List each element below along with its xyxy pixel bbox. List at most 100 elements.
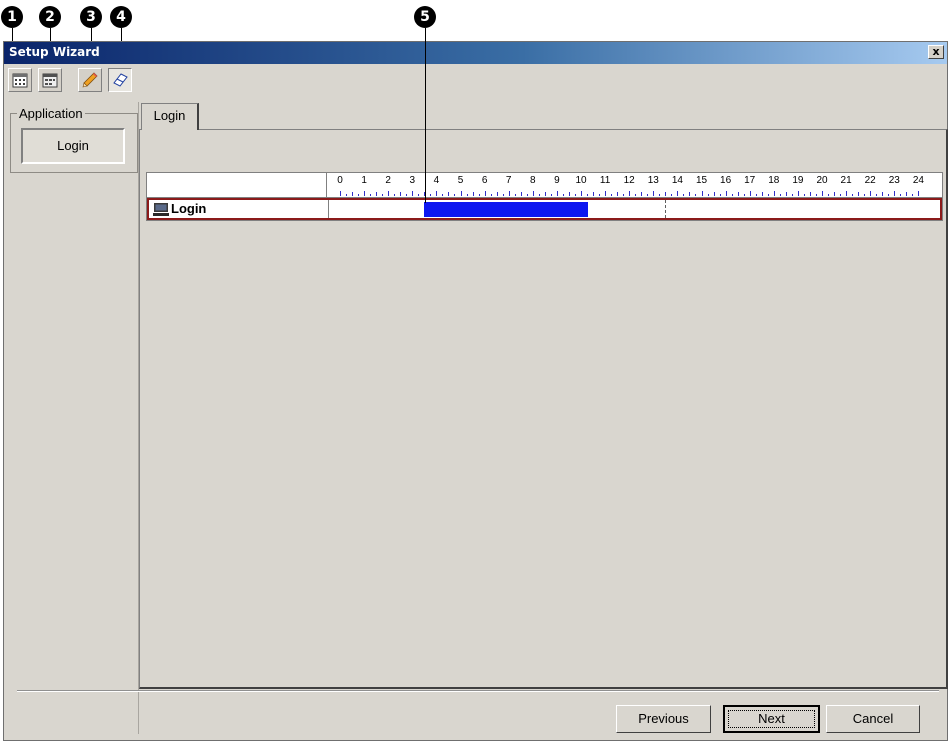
hour-tick-mark bbox=[550, 194, 552, 196]
hour-tick-mark bbox=[587, 194, 589, 196]
hour-tick-label: 8 bbox=[530, 175, 536, 186]
weekly-schedule-button[interactable] bbox=[8, 68, 32, 92]
hour-tick-mark bbox=[364, 191, 366, 196]
hour-tick-mark bbox=[797, 191, 799, 196]
schedule-row-login[interactable]: Login bbox=[147, 198, 942, 220]
hour-tick-mark bbox=[520, 192, 522, 196]
hour-tick-mark bbox=[785, 192, 787, 196]
hour-tick-label: 14 bbox=[671, 175, 683, 186]
hour-tick-mark bbox=[695, 194, 697, 196]
hour-tick-mark bbox=[346, 194, 348, 196]
hour-tick-mark bbox=[394, 194, 396, 196]
hour-tick-mark bbox=[858, 192, 860, 196]
hour-tick-label: 19 bbox=[792, 175, 804, 186]
hour-tick-mark bbox=[544, 192, 546, 196]
draw-time-button[interactable] bbox=[78, 68, 102, 92]
hour-tick-label: 21 bbox=[840, 175, 852, 186]
eraser-icon bbox=[113, 73, 128, 87]
hour-tick-mark bbox=[713, 192, 715, 196]
callout-2: 2 bbox=[39, 6, 61, 28]
hour-tick-mark bbox=[882, 192, 884, 196]
hour-tick-mark bbox=[846, 191, 848, 196]
hour-tick-mark bbox=[418, 194, 420, 196]
erase-time-button[interactable] bbox=[108, 68, 132, 92]
hour-tick-mark bbox=[490, 194, 492, 196]
hour-tick-mark bbox=[671, 194, 673, 196]
previous-button[interactable]: Previous bbox=[616, 705, 711, 733]
hour-tick-label: 5 bbox=[457, 175, 464, 186]
calendar-icon bbox=[12, 73, 28, 88]
hour-tick-label: 2 bbox=[385, 175, 391, 186]
hour-tick-mark bbox=[749, 191, 751, 196]
hour-tick-label: 16 bbox=[720, 175, 732, 186]
hour-tick-mark bbox=[430, 194, 432, 196]
toolbar bbox=[6, 66, 206, 96]
hour-tick-label: 15 bbox=[695, 175, 708, 186]
hour-tick-mark bbox=[478, 194, 480, 196]
hour-tick-mark bbox=[743, 194, 745, 196]
close-button[interactable]: x bbox=[928, 45, 944, 59]
hour-tick-mark bbox=[791, 194, 793, 196]
hour-tick-mark bbox=[761, 192, 763, 196]
daily-schedule-button[interactable] bbox=[38, 68, 62, 92]
callout-3: 3 bbox=[80, 6, 102, 28]
hour-tick-mark bbox=[767, 194, 769, 196]
hour-tick-mark bbox=[593, 192, 595, 196]
callout-1: 1 bbox=[1, 6, 23, 28]
hour-tick-mark bbox=[912, 194, 914, 196]
hour-tick-mark bbox=[611, 194, 613, 196]
hour-tick-mark bbox=[779, 194, 781, 196]
title-bar[interactable]: Setup Wizard x bbox=[4, 42, 947, 64]
hour-tick-mark bbox=[526, 194, 528, 196]
hour-tick-mark bbox=[484, 191, 486, 196]
application-login-item[interactable]: Login bbox=[21, 128, 125, 164]
hour-tick-mark bbox=[412, 191, 414, 196]
hour-tick-mark bbox=[900, 194, 902, 196]
hour-tick-mark bbox=[852, 194, 854, 196]
computer-icon bbox=[153, 203, 169, 216]
hour-tick-mark bbox=[562, 194, 564, 196]
hour-tick-mark bbox=[653, 191, 655, 196]
hour-tick-mark bbox=[400, 192, 402, 196]
next-button[interactable]: Next bbox=[723, 705, 820, 733]
hour-tick-mark bbox=[828, 194, 830, 196]
hour-tick-label: 23 bbox=[888, 175, 900, 186]
hour-tick-mark bbox=[568, 192, 570, 196]
hour-tick-mark bbox=[376, 192, 378, 196]
hour-tick-mark bbox=[809, 192, 811, 196]
hour-tick-mark bbox=[406, 194, 408, 196]
schedule-time-bar[interactable] bbox=[424, 202, 589, 217]
tab-login[interactable]: Login bbox=[141, 103, 199, 130]
hour-tick-label: 3 bbox=[409, 175, 416, 186]
hour-tick-label: 6 bbox=[481, 175, 488, 186]
hour-tick-mark bbox=[725, 191, 727, 196]
hour-tick-mark bbox=[803, 194, 805, 196]
hour-tick-mark bbox=[755, 194, 757, 196]
hour-tick-label: 7 bbox=[505, 175, 512, 186]
hour-tick-mark bbox=[701, 191, 703, 196]
hour-tick-label: 20 bbox=[816, 175, 828, 186]
hour-tick-mark bbox=[502, 194, 504, 196]
hour-tick-mark bbox=[581, 191, 582, 196]
pencil-icon bbox=[82, 72, 98, 88]
cancel-button[interactable]: Cancel bbox=[826, 705, 920, 733]
hour-tick-mark bbox=[870, 191, 872, 196]
schedule-row-name: Login bbox=[149, 200, 329, 218]
application-panel: Application Login bbox=[6, 102, 139, 734]
hour-tick-label: 0 bbox=[337, 175, 343, 186]
hour-tick-mark bbox=[623, 194, 625, 196]
hour-tick-mark bbox=[888, 194, 890, 196]
hour-tick-mark bbox=[382, 194, 384, 196]
hour-tick-mark bbox=[574, 194, 576, 196]
hour-tick-mark bbox=[605, 191, 607, 196]
hour-tick-mark bbox=[370, 194, 372, 196]
hour-tick-mark bbox=[641, 192, 643, 196]
hour-tick-mark bbox=[864, 194, 866, 196]
window-title: Setup Wizard bbox=[9, 45, 100, 59]
hour-tick-mark bbox=[496, 192, 498, 196]
hour-tick-label: 22 bbox=[864, 175, 876, 186]
hour-tick-label: 4 bbox=[433, 175, 440, 186]
hour-tick-label: 10 bbox=[575, 175, 587, 186]
schedule-grid: 0 1 2 3 4 5 6 7 8 9 10 11 12 13 14 15 16 17 18 19 20 21 22 23 24… bbox=[146, 172, 943, 221]
hour-tick-mark bbox=[629, 191, 631, 196]
